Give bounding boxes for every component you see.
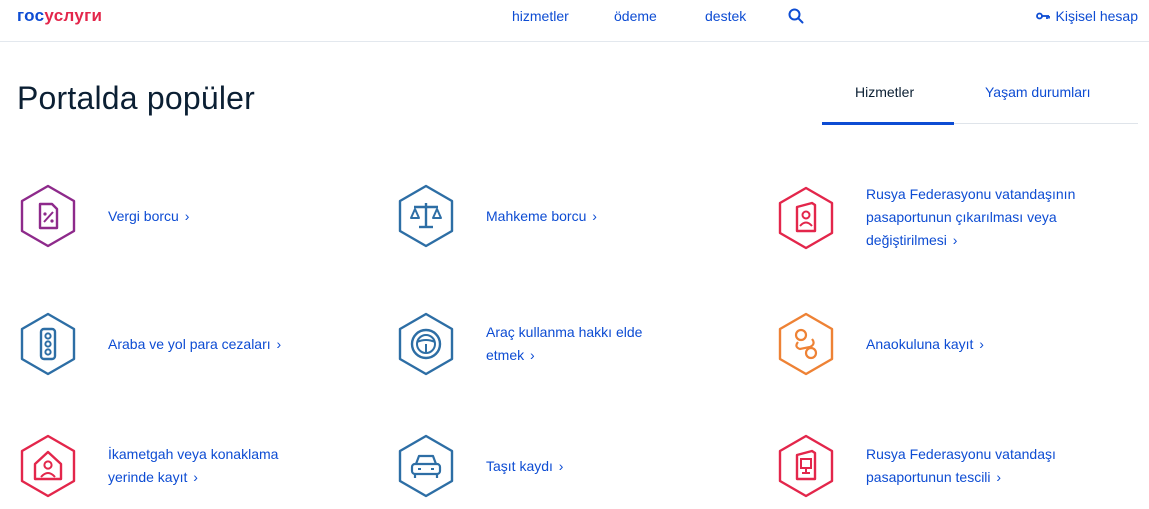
logo-part-2: услуги — [44, 6, 103, 25]
service-label: Rusya Federasyonu vatandaşının pasaportu… — [866, 186, 1076, 248]
active-tab-indicator — [822, 122, 954, 125]
tab-services[interactable]: Hizmetler — [855, 84, 914, 100]
service-vehicle-registration[interactable]: Taşıt kaydı › — [394, 433, 563, 499]
logo-part-1: гос — [17, 6, 45, 25]
service-label: Araç kullanma hakkı elde etmek › — [486, 324, 643, 363]
passport-stamp-icon — [778, 434, 834, 498]
service-label: Mahkeme borcu › — [486, 207, 597, 224]
service-driving-license[interactable]: Araç kullanma hakkı elde etmek › — [394, 311, 676, 377]
service-kindergarten[interactable]: Anaokuluna kayıt › — [774, 311, 984, 377]
account-label: Kişisel hesap — [1055, 8, 1139, 24]
car-icon — [398, 434, 454, 498]
nav-payment-link[interactable]: ödeme — [614, 8, 657, 24]
service-residence-registration[interactable]: İkametgah veya konaklama yerinde kayıt › — [16, 433, 318, 499]
service-label: Rusya Federasyonu vatandaşı pasaportunun… — [866, 446, 1056, 485]
page-title: Portalda popüler — [17, 80, 256, 116]
service-tax-debt[interactable]: Vergi borcu › — [16, 183, 189, 249]
category-tabs: Hizmetler Yaşam durumları — [822, 78, 1138, 125]
service-traffic-fines[interactable]: Araba ve yol para cezaları › — [16, 311, 281, 377]
service-label: Anaokuluna kayıt › — [866, 335, 984, 352]
search-icon[interactable] — [787, 7, 805, 25]
nav-services-link[interactable]: hizmetler — [512, 8, 569, 24]
pacifier-icon — [778, 312, 834, 376]
service-passport-registration[interactable]: Rusya Federasyonu vatandaşı pasaportunun… — [774, 433, 1106, 499]
key-icon — [1035, 12, 1050, 20]
traffic-light-icon — [20, 312, 76, 376]
service-court-debt[interactable]: Mahkeme borcu › — [394, 183, 597, 249]
steering-wheel-icon — [398, 312, 454, 376]
service-label: Araba ve yol para cezaları › — [108, 335, 282, 352]
service-label: Taşıt kaydı › — [486, 457, 564, 474]
house-person-icon — [20, 434, 76, 498]
tab-life-situations[interactable]: Yaşam durumları — [985, 84, 1091, 100]
personal-account-link[interactable]: Kişisel hesap — [1035, 8, 1139, 24]
tax-document-icon — [20, 184, 76, 248]
service-passport-issue[interactable]: Rusya Federasyonu vatandaşının pasaportu… — [774, 183, 1106, 252]
top-header: госуслуги hizmetler ödeme destek Kişisel… — [0, 0, 1149, 42]
scales-icon — [398, 184, 454, 248]
service-label: İkametgah veya konaklama yerinde kayıt › — [108, 446, 279, 485]
passport-icon — [778, 186, 834, 249]
gosuslugi-logo[interactable]: госуслуги — [17, 6, 102, 26]
nav-support-link[interactable]: destek — [705, 8, 746, 24]
service-label: Vergi borcu › — [108, 207, 190, 224]
